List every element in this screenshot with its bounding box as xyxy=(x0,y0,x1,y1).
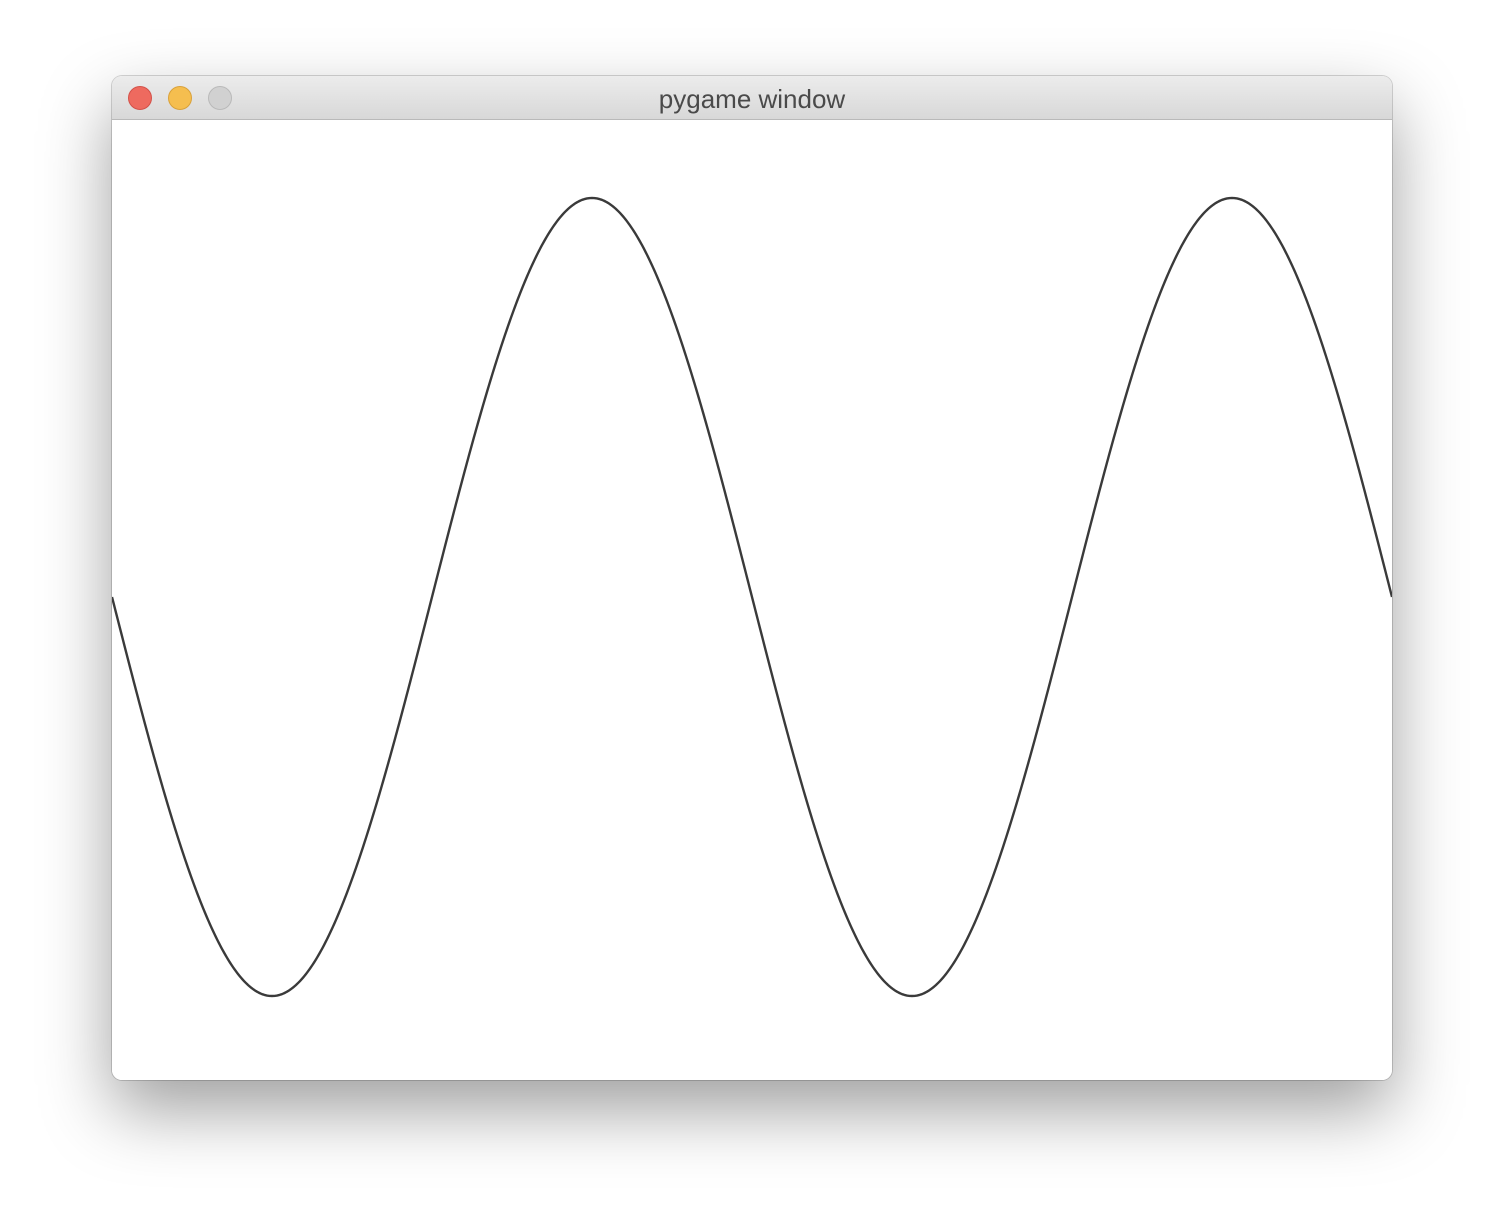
sine-wave-plot xyxy=(112,196,1392,998)
sine-wave-curve xyxy=(112,196,1392,998)
app-window: pygame window xyxy=(112,76,1392,1080)
game-canvas[interactable] xyxy=(112,120,1392,1080)
title-bar[interactable]: pygame window xyxy=(112,76,1392,120)
window-title: pygame window xyxy=(658,84,846,114)
